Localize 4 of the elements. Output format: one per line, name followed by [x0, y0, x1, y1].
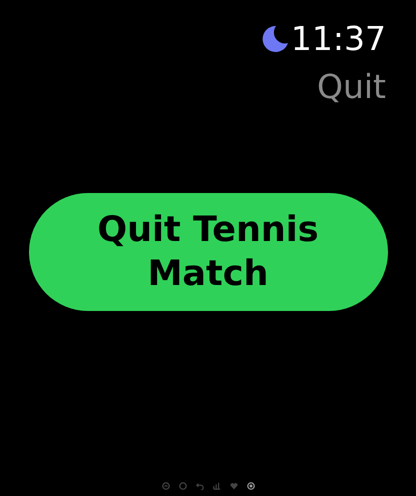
quit-button[interactable]: Quit Tennis Match — [28, 193, 388, 311]
page-indicator-icon[interactable] — [246, 482, 254, 490]
clock-time: 11:37 — [290, 20, 386, 58]
screen-title: Quit — [317, 68, 386, 106]
